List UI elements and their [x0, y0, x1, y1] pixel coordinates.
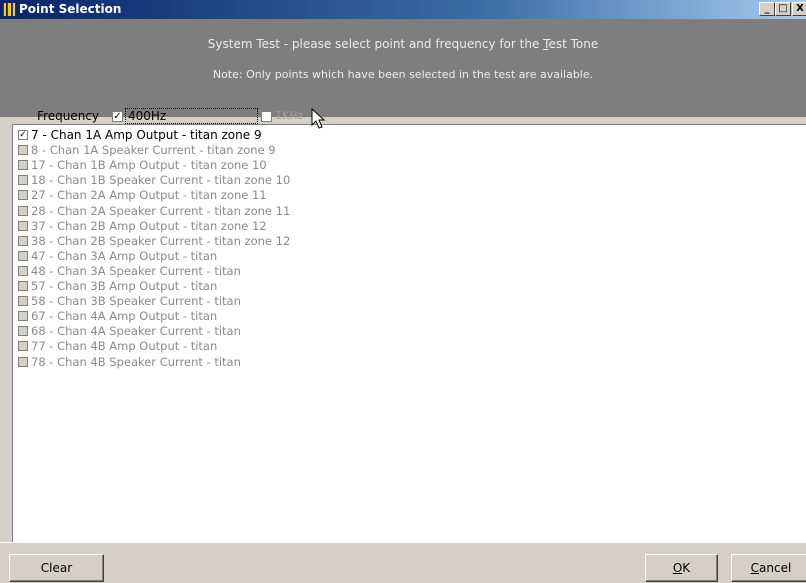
point-checkbox [18, 326, 28, 337]
point-checkbox [18, 250, 28, 261]
point-label: 47 - Chan 3A Amp Output - titan [31, 248, 218, 263]
ok-button[interactable]: OK [645, 554, 718, 582]
point-checkbox [18, 296, 28, 307]
point-label: 58 - Chan 3B Speaker Current - titan [31, 294, 241, 309]
frequency-label: Frequency [37, 109, 99, 123]
point-checkbox [18, 160, 28, 171]
point-label: 37 - Chan 2B Amp Output - titan zone 12 [31, 218, 267, 233]
point-checkbox [18, 341, 28, 352]
cancel-access-key: C [750, 561, 760, 575]
point-checkbox [18, 265, 28, 276]
point-label: 78 - Chan 4B Speaker Current - titan [31, 354, 241, 369]
point-selection-window: Point Selection _ □ X System Test - plea… [0, 0, 806, 583]
instruction-suffix: est Tone [548, 37, 599, 51]
minimize-button[interactable]: _ [759, 2, 775, 16]
point-label: 48 - Chan 3A Speaker Current - titan [31, 263, 241, 278]
point-label: 27 - Chan 2A Amp Output - titan zone 11 [31, 188, 267, 203]
point-label: 18 - Chan 1B Speaker Current - titan zon… [31, 173, 291, 188]
button-bar: Clear OK Cancel [0, 542, 806, 583]
maximize-button[interactable]: □ [775, 2, 791, 16]
mouse-cursor-icon [311, 108, 326, 129]
point-label: 8 - Chan 1A Speaker Current - titan zone… [31, 143, 276, 158]
clear-button[interactable]: Clear [9, 554, 104, 582]
ok-label-rest: K [682, 561, 691, 575]
point-checkbox [18, 220, 28, 231]
point-checkbox[interactable]: ✓ [18, 130, 28, 140]
note-text: Note: Only points which have been select… [212, 68, 594, 81]
point-checkbox [18, 311, 28, 322]
point-label: 77 - Chan 4B Amp Output - titan [31, 339, 218, 354]
frequency-1khz-checkbox [261, 111, 272, 122]
point-label: 68 - Chan 4A Speaker Current - titan [31, 324, 241, 339]
point-checkbox [18, 235, 28, 246]
app-icon [3, 3, 15, 16]
point-label: 57 - Chan 3B Amp Output - titan [31, 279, 218, 293]
ok-access-key: O [672, 561, 683, 575]
cancel-label-rest: ancel [759, 561, 792, 575]
frequency-400hz-label[interactable]: 400Hz [125, 108, 258, 124]
point-label: 7 - Chan 1A Amp Output - titan zone 9 [31, 128, 262, 142]
point-checkbox [18, 281, 28, 291]
frequency-400hz-checkbox[interactable]: ✓ [112, 111, 123, 122]
close-button[interactable]: X [792, 2, 806, 16]
point-checkbox [18, 190, 28, 201]
instruction-text: System Test - please select point and fr… [0, 37, 806, 51]
point-checkbox [18, 205, 28, 216]
point-label: 17 - Chan 1B Amp Output - titan zone 10 [31, 158, 267, 173]
point-label: 67 - Chan 4A Amp Output - titan [31, 309, 218, 324]
point-label: 28 - Chan 2A Speaker Current - titan zon… [31, 203, 291, 218]
point-checkbox [18, 356, 28, 367]
frequency-1khz-label: 1KHz [275, 109, 304, 122]
point-checkbox [18, 175, 28, 186]
points-list[interactable]: ✓ 7 - Chan 1A Amp Output - titan zone 98 … [12, 124, 806, 542]
frequency-row: Frequency ✓ 400Hz 1KHz [0, 106, 806, 126]
instruction-panel: System Test - please select point and fr… [0, 19, 806, 117]
point-label: 38 - Chan 2B Speaker Current - titan zon… [31, 233, 291, 248]
point-checkbox [18, 145, 28, 156]
cancel-button[interactable]: Cancel [731, 554, 806, 582]
title-bar[interactable]: Point Selection _ □ X [0, 0, 806, 19]
window-title: Point Selection [19, 2, 122, 16]
instruction-prefix: System Test - please select point and fr… [207, 37, 544, 51]
